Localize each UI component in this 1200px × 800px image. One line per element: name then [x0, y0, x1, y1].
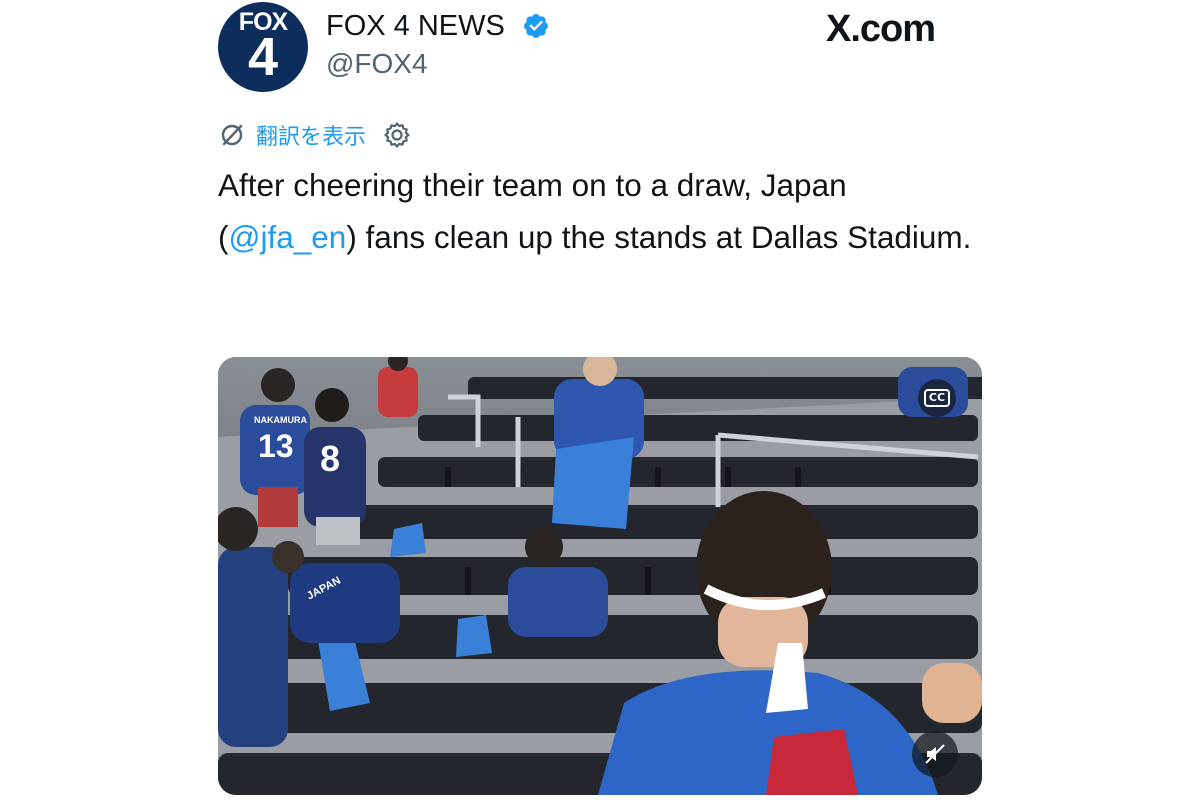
- jersey-number-8: 8: [320, 438, 340, 479]
- translate-row: 翻訳を表示: [218, 118, 412, 152]
- globe-slash-icon: [221, 124, 243, 146]
- tweet-text-end: ) fans clean up the stands at Dallas Sta…: [346, 218, 972, 255]
- show-translation-link[interactable]: 翻訳を表示: [256, 119, 366, 151]
- jersey-number-13: 13: [258, 428, 294, 464]
- author-handle[interactable]: @FOX4: [326, 48, 428, 80]
- site-brand-logo: X.com: [826, 8, 936, 50]
- tweet-text: After cheering their team on to a draw, …: [218, 160, 978, 263]
- author-avatar[interactable]: FOX 4: [218, 2, 308, 92]
- mute-button[interactable]: [912, 731, 958, 777]
- mention-link[interactable]: @jfa_en: [229, 219, 347, 255]
- speaker-muted-icon: [925, 744, 945, 764]
- jersey-name-text: NAKAMURA: [254, 415, 307, 425]
- avatar-number: 4: [247, 27, 279, 87]
- tweet-video[interactable]: NAKAMURA 13 8 JAPAN CC: [218, 357, 982, 795]
- verified-badge-icon: [524, 14, 548, 38]
- cc-icon: CC: [923, 389, 951, 407]
- gear-icon[interactable]: [382, 120, 412, 150]
- captions-button[interactable]: CC: [918, 379, 956, 417]
- author-display-name[interactable]: FOX 4 NEWS: [326, 10, 505, 43]
- stadium-scene-image: NAKAMURA 13 8 JAPAN: [218, 357, 982, 795]
